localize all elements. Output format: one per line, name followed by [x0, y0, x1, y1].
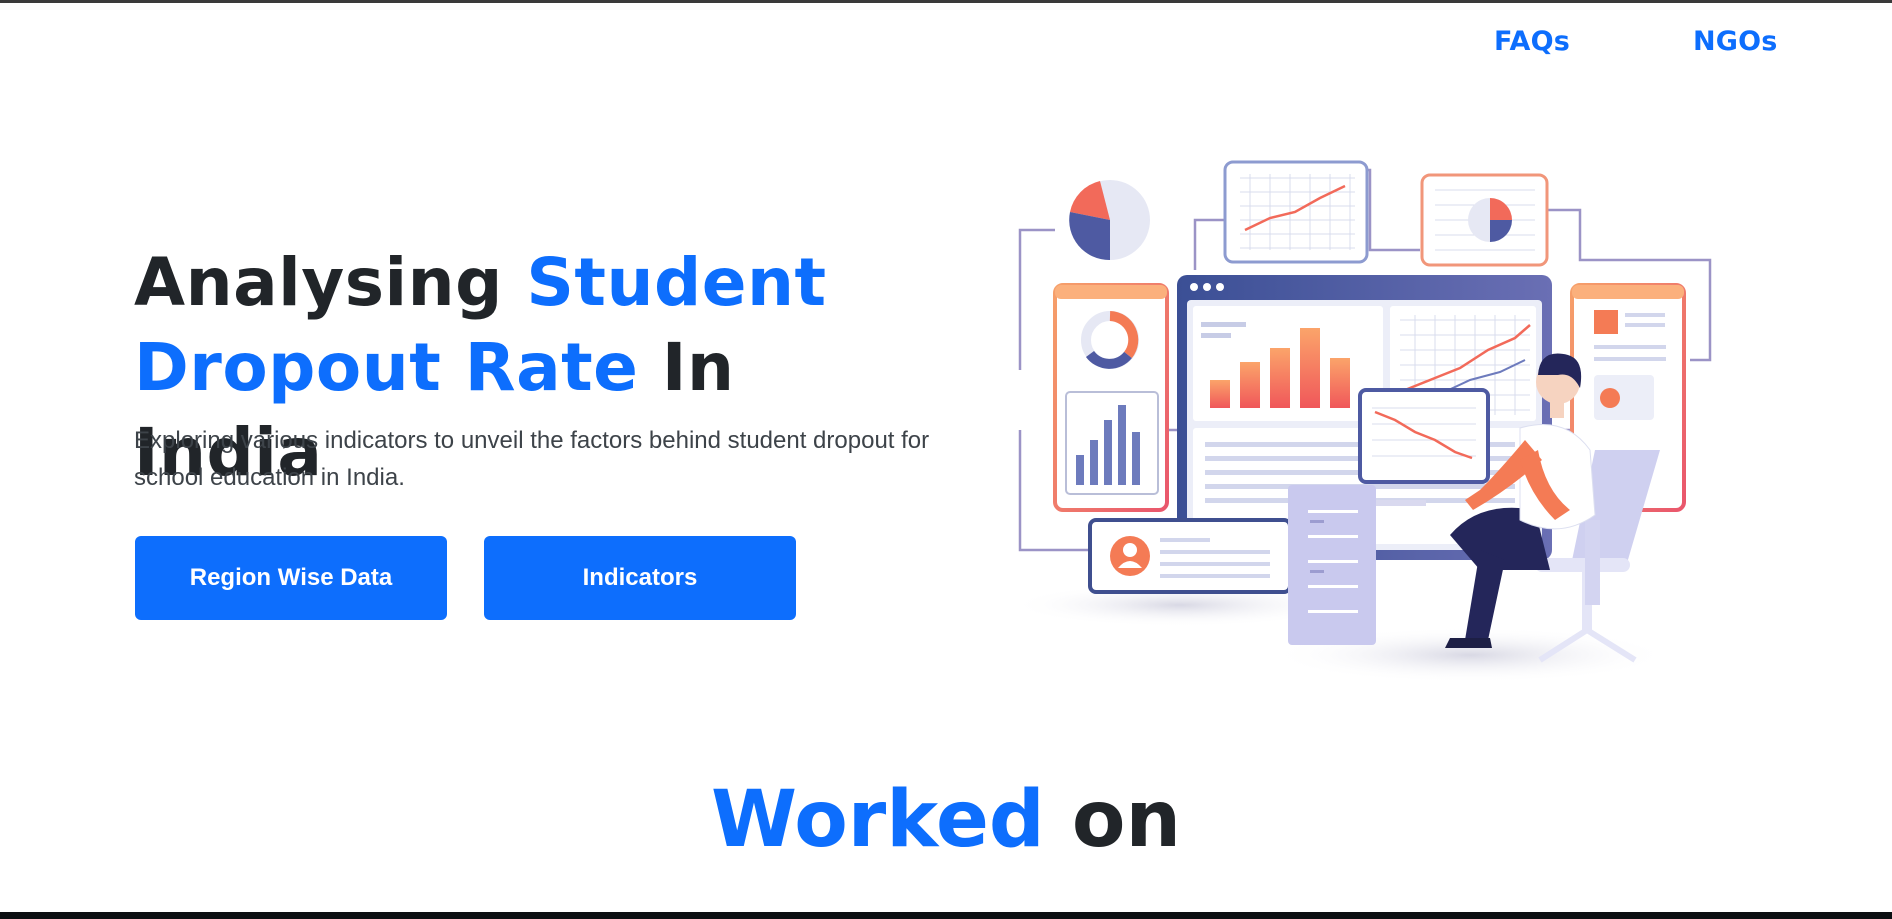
worked-on-rest: on: [1044, 775, 1182, 865]
indicators-button[interactable]: Indicators: [484, 536, 796, 620]
top-nav: FAQs NGOs: [0, 26, 1892, 66]
top-border: [0, 0, 1892, 3]
nav-link-ngos[interactable]: NGOs: [1693, 26, 1778, 57]
data-analytics-illustration: [1010, 150, 1740, 700]
region-wise-data-button[interactable]: Region Wise Data: [135, 536, 447, 620]
worked-on-heading: Worked on: [0, 775, 1892, 865]
hero-title-part1: Analysing: [134, 244, 527, 321]
hero-subtitle: Exploring various indicators to unveil t…: [134, 427, 930, 491]
bottom-border: [0, 912, 1892, 919]
worked-on-accent: Worked: [710, 775, 1045, 865]
nav-link-faqs[interactable]: FAQs: [1494, 26, 1570, 57]
